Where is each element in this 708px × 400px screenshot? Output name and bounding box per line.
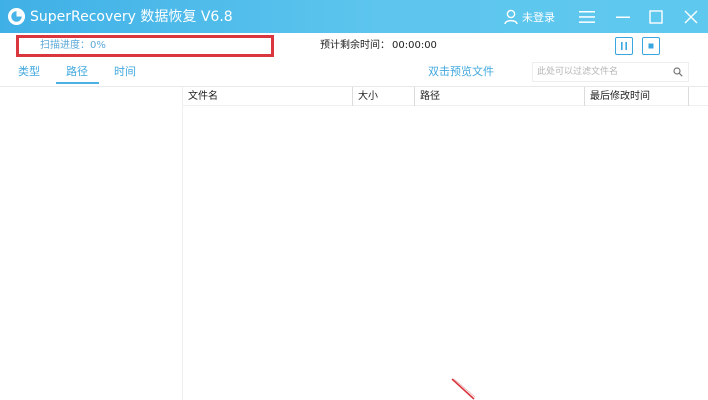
filter-input[interactable] bbox=[533, 63, 669, 81]
pause-button[interactable] bbox=[615, 37, 633, 55]
file-table-body[interactable] bbox=[183, 106, 708, 400]
remaining-time-label: 预计剩余时间： bbox=[320, 40, 390, 51]
minimize-button[interactable] bbox=[612, 6, 634, 28]
logo-icon bbox=[7, 7, 26, 26]
login-button[interactable]: 未登录 bbox=[504, 7, 555, 27]
status-row: 扫描进度：0% 预计剩余时间： 00:00:00 bbox=[0, 33, 708, 59]
tab-path[interactable]: 路径 bbox=[66, 65, 88, 79]
menu-icon bbox=[579, 11, 595, 23]
close-button[interactable] bbox=[680, 6, 702, 28]
maximize-icon bbox=[649, 10, 663, 24]
menu-button[interactable] bbox=[576, 6, 598, 28]
tab-time[interactable]: 时间 bbox=[114, 65, 136, 79]
scan-progress-value: 0% bbox=[90, 40, 106, 51]
maximize-button[interactable] bbox=[645, 6, 667, 28]
stop-icon bbox=[648, 43, 654, 49]
column-header-modified-time[interactable]: 最后修改时间 bbox=[585, 87, 689, 106]
close-icon bbox=[684, 10, 698, 24]
user-icon bbox=[504, 9, 518, 25]
annotation-arrow-icon bbox=[451, 378, 476, 400]
folder-tree-pane[interactable] bbox=[0, 86, 183, 400]
tab-type[interactable]: 类型 bbox=[18, 65, 40, 79]
preview-files-link[interactable]: 双击预览文件 bbox=[428, 65, 494, 79]
column-header-name[interactable]: 文件名 bbox=[183, 87, 353, 106]
search-icon[interactable] bbox=[673, 67, 683, 77]
active-tab-indicator bbox=[56, 82, 99, 84]
scan-progress-text: 扫描进度：0% bbox=[40, 39, 106, 53]
app-title: SuperRecovery 数据恢复 V6.8 bbox=[30, 9, 233, 25]
scan-progress-label: 扫描进度： bbox=[40, 40, 90, 51]
remaining-time-value: 00:00:00 bbox=[392, 40, 437, 51]
column-header-path[interactable]: 路径 bbox=[415, 87, 585, 106]
pause-icon bbox=[621, 42, 627, 50]
filter-box bbox=[532, 62, 689, 82]
scan-progress-bar: 扫描进度：0% bbox=[16, 35, 274, 57]
file-table-header: 文件名 大小 路径 最后修改时间 bbox=[183, 86, 708, 106]
stop-button[interactable] bbox=[642, 37, 660, 55]
login-label: 未登录 bbox=[522, 11, 555, 24]
remaining-time: 预计剩余时间： 00:00:00 bbox=[320, 39, 437, 53]
title-bar: SuperRecovery 数据恢复 V6.8 未登录 bbox=[0, 0, 708, 33]
minimize-icon bbox=[616, 16, 630, 18]
column-header-size[interactable]: 大小 bbox=[353, 87, 415, 106]
